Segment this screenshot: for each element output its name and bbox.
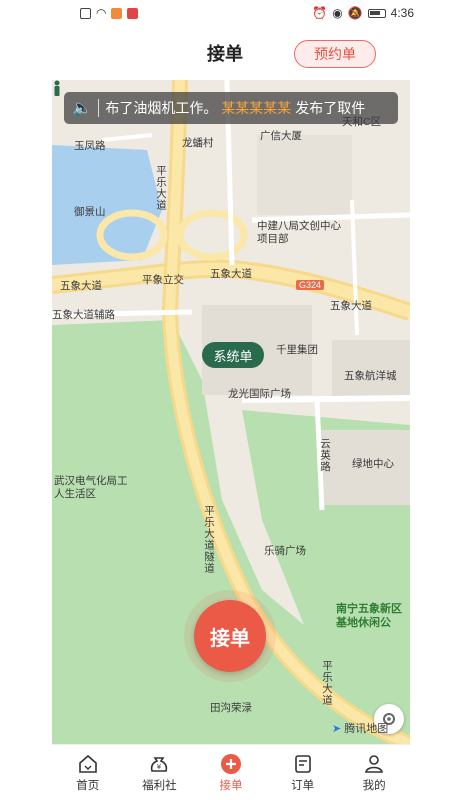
alarm-icon: ⏰ <box>312 6 328 20</box>
notice-bar[interactable]: 🔈 布了油烟机工作。 某某某某某 发布了取件 <box>64 92 398 124</box>
battery-icon <box>367 8 386 18</box>
tencent-map-icon: ➤ <box>332 722 342 735</box>
order-list-icon <box>294 754 311 773</box>
map-label-longbo-village: 龙蟠村 <box>182 137 214 149</box>
status-bar: ◠ ⏰ ◉ 🔕 4:36 <box>0 0 450 26</box>
map-label-zhongjian: 中建八局文创中心项目部 <box>257 220 341 245</box>
notice-divider <box>97 99 100 117</box>
system-order-pin[interactable]: 系统单 <box>202 342 264 368</box>
app-notification-icon-2 <box>127 7 139 19</box>
tab-home[interactable]: 首页 <box>52 745 124 800</box>
accept-order-button[interactable]: 接单 <box>194 600 266 672</box>
map-label-yunying-road: 云英路 <box>319 438 331 473</box>
map-label-wuxiang-avenue-2: 五象大道 <box>210 268 252 280</box>
map-label-tiangou: 田沟荣渌 <box>210 702 252 714</box>
home-icon <box>78 754 97 773</box>
map-label-pingxiang-interchange: 平象立交 <box>142 274 184 286</box>
map-label-pingle-tunnel: 平乐大道隧道 <box>203 505 215 574</box>
map-label-nanning-base: 南宁五象新区基地休闲公 <box>336 603 402 629</box>
tab-mine[interactable]: 我的 <box>338 745 410 800</box>
map-label-qianli: 千里集团 <box>276 344 318 356</box>
tab-accept-label: 接单 <box>219 779 243 792</box>
notice-text-after: 发布了取件 <box>295 100 366 116</box>
map-label-g324: G324 <box>296 280 325 290</box>
map-label-longguang: 龙光国际广场 <box>228 388 291 400</box>
sim-icon <box>80 7 91 19</box>
tab-accept[interactable]: 接单 <box>195 745 267 800</box>
tab-home-label: 首页 <box>76 779 100 792</box>
tab-welfare-label: 福利社 <box>142 779 177 792</box>
status-time: 4:36 <box>390 6 414 20</box>
money-bag-icon: ¥ <box>151 756 168 772</box>
map-label-wuxiang-avenue-1: 五象大道 <box>60 280 102 292</box>
page-title: 接单 <box>207 44 243 64</box>
map-label-wuxiang-avenue-3: 五象大道 <box>330 300 372 312</box>
map-label-pingle-avenue-2: 平乐大道 <box>321 660 333 706</box>
bottom-tab-bar: 首页 ¥ 福利社 接单 订单 我的 <box>52 744 410 800</box>
reservation-button[interactable]: 预约单 <box>294 40 376 68</box>
map-label-guangxin: 广信大厦 <box>260 130 302 142</box>
plus-circle-icon <box>220 753 241 774</box>
location-icon: ◉ <box>332 6 343 20</box>
app-notification-icon <box>111 7 123 19</box>
map-label-pingle-avenue: 平乐大道 <box>155 165 167 211</box>
svg-text:¥: ¥ <box>157 763 162 771</box>
map-label-lvdi: 绿地中心 <box>352 458 394 470</box>
tab-orders[interactable]: 订单 <box>267 745 339 800</box>
map-label-yufeng-road: 玉凤路 <box>74 140 106 152</box>
tab-orders-label: 订单 <box>291 779 315 792</box>
map-provider-logo: ➤ 腾讯地图 <box>332 720 388 736</box>
tab-mine-label: 我的 <box>362 779 386 792</box>
map-label-wuhan-electric: 武汉电气化局工人生活区 <box>54 475 128 500</box>
notice-text: 布了油烟机工作。 某某某某某 发布了取件 <box>105 98 365 118</box>
notice-text-before: 布了油烟机工作。 <box>105 100 218 116</box>
map-provider-label: 腾讯地图 <box>344 723 389 735</box>
wifi-icon: ◠ <box>96 6 107 20</box>
status-left: ◠ <box>80 6 139 20</box>
map-view[interactable]: 玉凤路 御景山 龙蟠村 广信大厦 天和C区 中建八局文创中心项目部 平乐大道 平… <box>52 80 410 744</box>
map-label-wuxiang-aux-road: 五象大道辅路 <box>52 309 115 321</box>
map-label-leqi: 乐骑广场 <box>264 545 306 557</box>
user-icon <box>365 754 384 773</box>
mute-icon: 🔕 <box>347 6 363 20</box>
map-label-yujing-mountain: 御景山 <box>74 206 106 218</box>
header: 接单 预约单 <box>0 26 450 80</box>
notice-highlight: 某某某某某 <box>221 100 292 116</box>
speaker-icon: 🔈 <box>72 100 92 117</box>
status-right: ⏰ ◉ 🔕 4:36 <box>312 6 414 20</box>
tab-welfare[interactable]: ¥ 福利社 <box>124 745 196 800</box>
map-label-wuxiang-hangyang: 五象航洋城 <box>344 370 397 382</box>
person-pin-icon <box>54 80 60 96</box>
